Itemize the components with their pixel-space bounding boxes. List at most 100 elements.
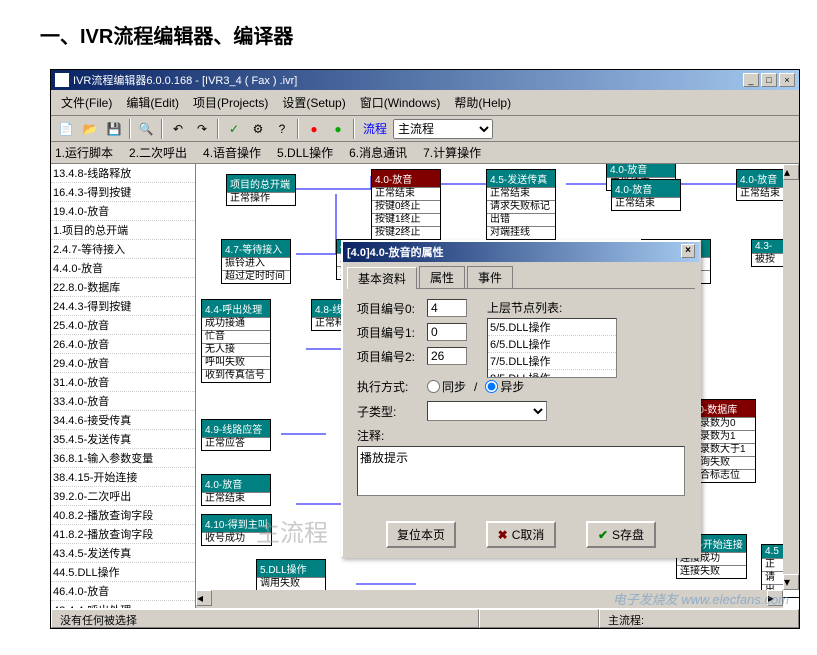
scroll-left-icon[interactable]: ◂ — [196, 590, 212, 606]
flow-node[interactable]: 4.4-呼出处理 成功接通 忙音 无人接 呼叫失败 收到传真信号 — [201, 299, 271, 383]
tool-open-icon[interactable]: 📂 — [79, 118, 101, 140]
sec-tool-1[interactable]: 1.运行脚本 — [55, 144, 113, 161]
tool-green-icon[interactable]: ● — [327, 118, 349, 140]
tree-item[interactable]: 44.5.DLL操作 — [51, 563, 195, 582]
node-row[interactable]: 按键1终止 — [372, 213, 440, 226]
tree-item[interactable]: 48.4.4-呼出处理 — [51, 601, 195, 608]
flow-node[interactable]: 4.9-线路应答 正常应答 — [201, 419, 271, 451]
list-item[interactable]: 7/5.DLL操作 — [488, 353, 616, 370]
list-item[interactable]: 8/5.DLL操作 — [488, 370, 616, 378]
menu-help[interactable]: 帮助(Help) — [448, 92, 517, 113]
tree-item[interactable]: 40.8.2-播放查询字段 — [51, 506, 195, 525]
tree-item[interactable]: 16.4.3-得到按键 — [51, 183, 195, 202]
node-row[interactable]: 超过定时时间 — [222, 270, 290, 283]
menu-window[interactable]: 窗口(Windows) — [354, 92, 447, 113]
node-row[interactable]: 正常结束 — [202, 492, 270, 505]
tool-check-icon[interactable]: ✓ — [223, 118, 245, 140]
input-item0[interactable] — [427, 299, 467, 317]
scrollbar-horizontal[interactable]: ◂ ▸ — [196, 590, 783, 608]
menu-project[interactable]: 项目(Projects) — [187, 92, 274, 113]
node-row[interactable]: 收号成功 — [202, 532, 271, 545]
tool-red-icon[interactable]: ● — [303, 118, 325, 140]
flow-node[interactable]: 4.10-得到主叫 收号成功 — [201, 514, 272, 546]
sec-tool-6[interactable]: 6.消息通讯 — [349, 144, 407, 161]
flow-node[interactable]: 4.0-放音 正常结束 — [611, 179, 681, 211]
tree-item[interactable]: 24.4.3-得到按键 — [51, 297, 195, 316]
tree-item[interactable]: 1.项目的总开端 — [51, 221, 195, 240]
sec-tool-5[interactable]: 5.DLL操作 — [277, 144, 333, 161]
tree-item[interactable]: 39.2.0-二次呼出 — [51, 487, 195, 506]
node-row[interactable]: 调用失败 — [257, 577, 325, 590]
flow-node[interactable]: 4.0-放音 正常结束 — [201, 474, 271, 506]
node-row[interactable]: 无人接 — [202, 343, 270, 356]
tree-item[interactable]: 41.8.2-播放查询字段 — [51, 525, 195, 544]
sec-tool-4[interactable]: 4.语音操作 — [203, 144, 261, 161]
menu-file[interactable]: 文件(File) — [55, 92, 118, 113]
node-row[interactable]: 正常结束 — [372, 187, 440, 200]
scroll-right-icon[interactable]: ▸ — [767, 590, 783, 606]
tool-save-icon[interactable]: 💾 — [103, 118, 125, 140]
tree-item[interactable]: 34.4.6-接受传真 — [51, 411, 195, 430]
node-row[interactable]: 忙音 — [202, 330, 270, 343]
sec-tool-7[interactable]: 7.计算操作 — [423, 144, 481, 161]
radio-async[interactable]: 异步 — [485, 378, 524, 395]
tab-basic[interactable]: 基本资料 — [347, 267, 417, 289]
tree-item[interactable]: 2.4.7-等待接入 — [51, 240, 195, 259]
tree-item[interactable]: 46.4.0-放音 — [51, 582, 195, 601]
tree-item[interactable]: 13.4.8-线路释放 — [51, 164, 195, 183]
tool-gear-icon[interactable]: ⚙ — [247, 118, 269, 140]
upper-node-listbox[interactable]: 5/5.DLL操作6/5.DLL操作7/5.DLL操作8/5.DLL操作 — [487, 318, 617, 378]
tree-item[interactable]: 19.4.0-放音 — [51, 202, 195, 221]
menu-setup[interactable]: 设置(Setup) — [276, 92, 351, 113]
node-row[interactable]: 出错 — [487, 213, 555, 226]
node-row[interactable]: 连接失败 — [677, 565, 746, 578]
node-row[interactable]: 正常应答 — [202, 437, 270, 450]
tree-item[interactable]: 33.4.0-放音 — [51, 392, 195, 411]
tree-item[interactable]: 22.8.0-数据库 — [51, 278, 195, 297]
sec-tool-2[interactable]: 2.二次呼出 — [129, 144, 187, 161]
tree-item[interactable]: 29.4.0-放音 — [51, 354, 195, 373]
reset-button[interactable]: 复位本页 — [386, 521, 456, 548]
tree-item[interactable]: 43.4.5-发送传真 — [51, 544, 195, 563]
flow-node[interactable]: 4.5-发送传真 正常结束 请求失败标记 出错 对端挂线 — [486, 169, 556, 240]
flow-node[interactable]: 项目的总开端 正常操作 — [226, 174, 296, 206]
maximize-button[interactable]: □ — [761, 73, 777, 87]
subtype-select[interactable] — [427, 401, 547, 421]
tree-item[interactable]: 4.4.0-放音 — [51, 259, 195, 278]
flow-select[interactable]: 主流程 — [393, 119, 493, 139]
node-row[interactable]: 对端挂线 — [487, 226, 555, 239]
scroll-down-icon[interactable]: ▾ — [783, 574, 799, 590]
dialog-titlebar[interactable]: [4.0]4.0-放音的属性 × — [343, 242, 699, 262]
flow-node[interactable]: 4.0-放音 正常结束 按键0终止 按键1终止 按键2终止 — [371, 169, 441, 240]
tool-redo-icon[interactable]: ↷ — [191, 118, 213, 140]
tree-item[interactable]: 35.4.5-发送传真 — [51, 430, 195, 449]
menu-edit[interactable]: 编辑(Edit) — [120, 92, 185, 113]
scrollbar-vertical[interactable]: ▴ ▾ — [783, 164, 799, 590]
list-item[interactable]: 6/5.DLL操作 — [488, 336, 616, 353]
tool-search-icon[interactable]: 🔍 — [135, 118, 157, 140]
node-row[interactable]: 按键2终止 — [372, 226, 440, 239]
node-row[interactable]: 呼叫失败 — [202, 356, 270, 369]
dialog-close-button[interactable]: × — [681, 244, 695, 258]
tree-panel[interactable]: 13.4.8-线路释放16.4.3-得到按键19.4.0-放音1.项目的总开端2… — [51, 164, 196, 608]
tool-undo-icon[interactable]: ↶ — [167, 118, 189, 140]
node-row[interactable]: 振铃进入 — [222, 257, 290, 270]
node-row[interactable]: 收到传真信号 — [202, 369, 270, 382]
list-item[interactable]: 5/5.DLL操作 — [488, 319, 616, 336]
cancel-button[interactable]: ✖C取消 — [486, 521, 556, 548]
scroll-up-icon[interactable]: ▴ — [783, 164, 799, 180]
close-button[interactable]: × — [779, 73, 795, 87]
note-textarea[interactable]: 播放提示 — [357, 446, 685, 496]
tool-new-icon[interactable]: 📄 — [55, 118, 77, 140]
save-button[interactable]: ✔S存盘 — [586, 521, 656, 548]
tab-props[interactable]: 属性 — [419, 266, 465, 288]
input-item2[interactable] — [427, 347, 467, 365]
tree-item[interactable]: 38.4.15-开始连接 — [51, 468, 195, 487]
node-row[interactable]: 正常结束 — [612, 197, 680, 210]
tree-item[interactable]: 31.4.0-放音 — [51, 373, 195, 392]
tree-item[interactable]: 25.4.0-放音 — [51, 316, 195, 335]
node-row[interactable]: 正常结束 — [487, 187, 555, 200]
tree-item[interactable]: 36.8.1-输入参数变量 — [51, 449, 195, 468]
tool-help-icon[interactable]: ? — [271, 118, 293, 140]
flow-node[interactable]: 4.7-等待接入 振铃进入 超过定时时间 — [221, 239, 291, 284]
